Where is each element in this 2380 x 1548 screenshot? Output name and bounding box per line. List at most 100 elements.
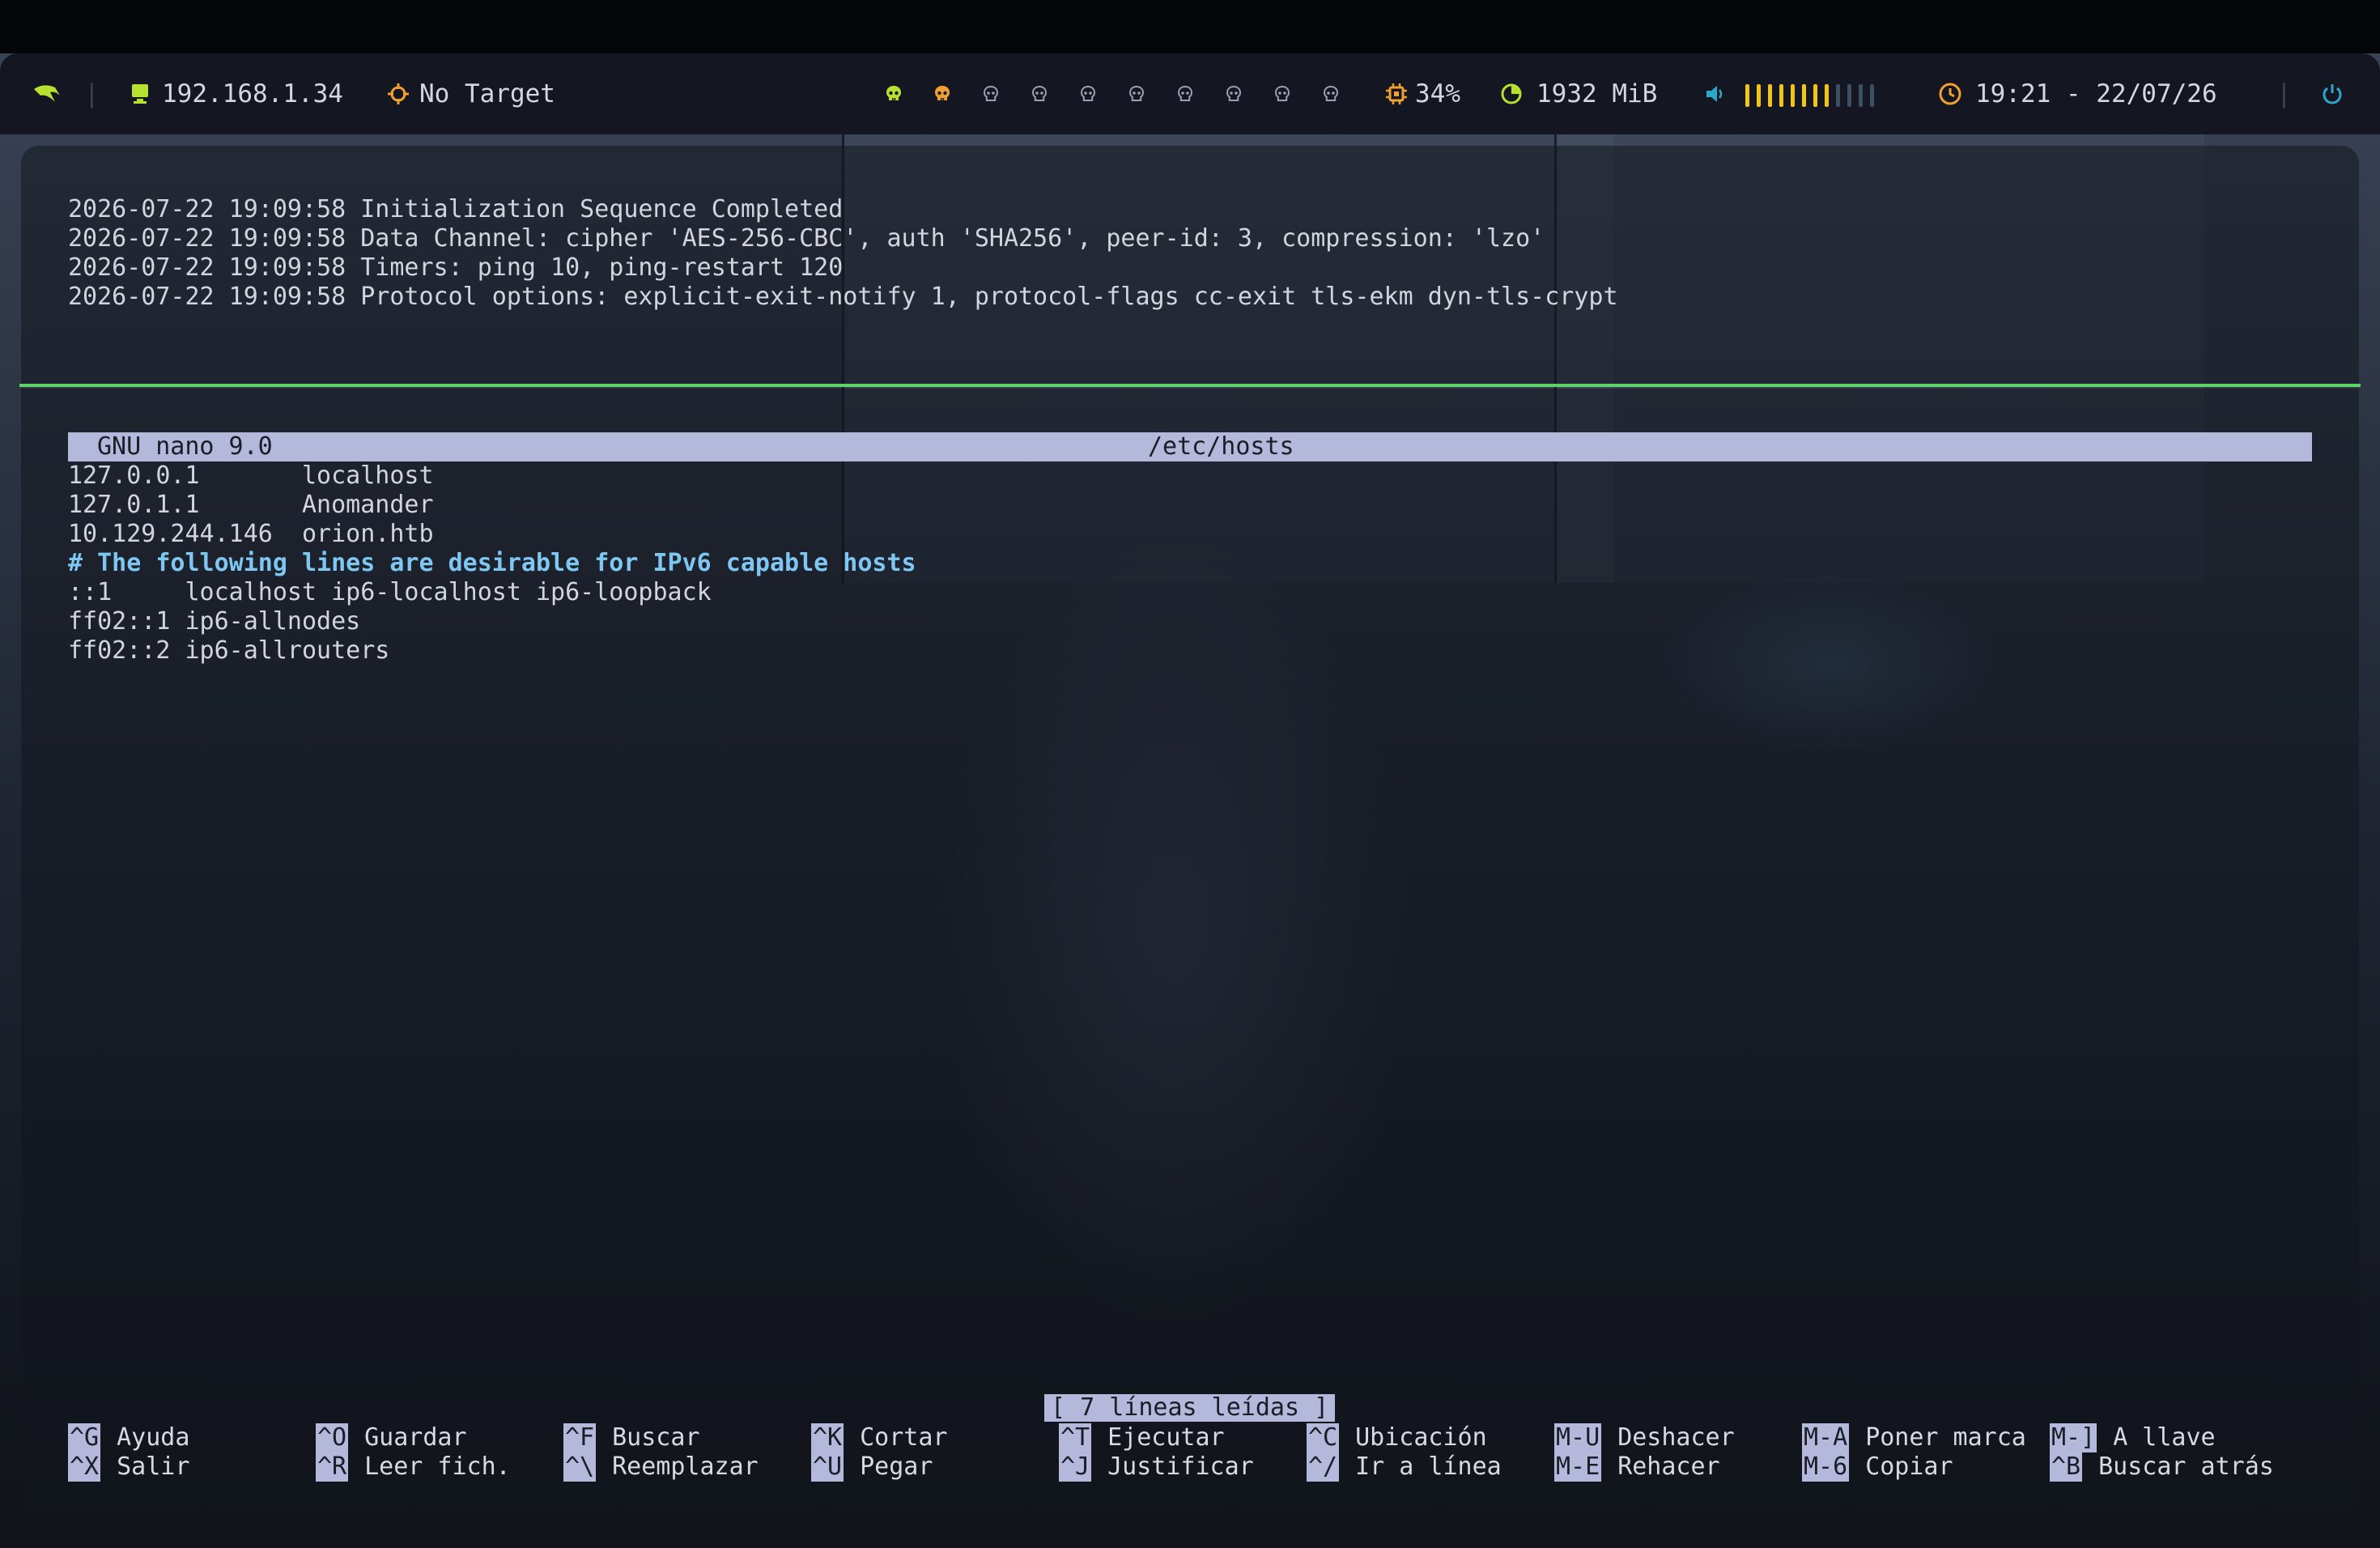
shortcut-label: Reemplazar [612, 1452, 759, 1481]
shortcut-item[interactable]: M-E Rehacer [1554, 1452, 1720, 1482]
shortcut-key: M-U [1554, 1423, 1602, 1452]
shortcut-item[interactable]: M-A Poner marca [1802, 1423, 2026, 1452]
target-label: No Target [419, 79, 555, 108]
shortcut-item[interactable]: ^/ Ir a línea [1307, 1452, 1502, 1482]
clock-text: 19:21 - 22/07/26 [1975, 79, 2217, 108]
shortcut-item[interactable]: ^F Buscar [563, 1423, 700, 1452]
skull-outline-icon[interactable] [981, 84, 1001, 104]
dragon-logo-icon [34, 85, 60, 102]
volume-tick [1870, 83, 1874, 107]
shortcut-item[interactable]: M-U Deshacer [1554, 1423, 1735, 1452]
editor-line[interactable]: ff02::1 ip6-allnodes [68, 607, 360, 636]
power-button[interactable] [2320, 53, 2344, 134]
shortcut-item[interactable]: ^X Salir [68, 1452, 189, 1482]
shortcut-key: ^T [1059, 1423, 1092, 1452]
skull-filled-icon[interactable] [933, 84, 952, 104]
shortcut-item[interactable]: ^U Pegar [811, 1452, 933, 1482]
status-bar: | 192.168.1.34 No Target 34% 1932 MiB 19… [0, 53, 2380, 134]
shortcut-label: Cortar [860, 1423, 948, 1452]
volume-tick [1825, 83, 1829, 107]
nano-filename: /etc/hosts [1148, 432, 1294, 461]
memory-usage: 1932 MiB [1536, 79, 1658, 108]
shortcut-item[interactable]: ^J Justificar [1059, 1452, 1254, 1482]
shortcut-item[interactable]: M-] A llave [2050, 1423, 2216, 1452]
separator: | [84, 79, 100, 108]
nano-title-bar: GNU nano 9.0 /etc/hosts [68, 432, 2312, 461]
log-line: 2026-07-22 19:09:58 Timers: ping 10, pin… [68, 253, 844, 282]
shortcut-label: Leer fich. [364, 1452, 511, 1481]
skull-outline-icon[interactable] [1224, 84, 1243, 104]
shortcut-item[interactable]: ^\ Reemplazar [563, 1452, 759, 1482]
editor-line[interactable]: ::1 localhost ip6-localhost ip6-loopback [68, 578, 712, 607]
target-widget[interactable]: No Target [387, 53, 555, 134]
shortcut-item[interactable]: ^O Guardar [316, 1423, 467, 1452]
shortcut-key: ^K [811, 1423, 844, 1452]
volume-tick [1745, 83, 1749, 107]
shortcut-key: ^\ [563, 1452, 597, 1482]
screen-top-edge [0, 0, 2380, 53]
shortcut-key: ^B [2050, 1452, 2083, 1482]
shortcut-label: Ubicación [1355, 1423, 1487, 1452]
pane-divider[interactable] [19, 384, 2361, 387]
separator: | [2276, 79, 2292, 108]
shortcut-key: M-A [1802, 1423, 1850, 1452]
volume-tick [1802, 83, 1806, 107]
shortcut-label: Pegar [860, 1452, 933, 1481]
volume-tick [1847, 83, 1851, 107]
volume-tick [1779, 83, 1783, 107]
memory-widget[interactable]: 1932 MiB [1499, 53, 1657, 134]
shortcut-label: Poner marca [1865, 1423, 2026, 1452]
cpu-icon [1386, 83, 1407, 104]
cpu-widget[interactable]: 34% [1384, 53, 1460, 134]
volume-level-bar[interactable] [1745, 79, 1881, 108]
log-line: 2026-07-22 19:09:58 Data Channel: cipher… [68, 224, 1545, 253]
nano-status-message: [ 7 líneas leídas ] [1044, 1394, 1336, 1422]
shortcut-key: ^X [68, 1452, 101, 1482]
skull-outline-icon[interactable] [1078, 84, 1098, 104]
volume-tick [1791, 83, 1795, 107]
power-icon [2323, 84, 2342, 104]
shortcut-item[interactable]: M-6 Copiar [1802, 1452, 1953, 1482]
shortcut-item[interactable]: ^T Ejecutar [1059, 1423, 1225, 1452]
skull-outline-icon[interactable] [1321, 84, 1341, 104]
shortcut-key: ^U [811, 1452, 844, 1482]
shortcut-label: Deshacer [1617, 1423, 1735, 1452]
shortcut-label: Ir a línea [1355, 1452, 1502, 1481]
skull-filled-icon[interactable] [884, 84, 903, 104]
editor-line[interactable]: 127.0.0.1 localhost [68, 461, 434, 491]
shortcut-label: Ayuda [117, 1423, 190, 1452]
skull-outline-icon[interactable] [1273, 84, 1292, 104]
skull-outline-icon[interactable] [1127, 84, 1146, 104]
editor-line-comment[interactable]: # The following lines are desirable for … [68, 549, 916, 578]
shortcut-item[interactable]: ^C Ubicación [1307, 1423, 1487, 1452]
editor-line[interactable]: ff02::2 ip6-allrouters [68, 636, 389, 666]
log-line: 2026-07-22 19:09:58 Initialization Seque… [68, 195, 844, 223]
shortcut-key: M-6 [1802, 1452, 1850, 1482]
launcher-button[interactable] [31, 53, 63, 134]
volume-tick [1813, 83, 1817, 107]
clock-icon [1939, 83, 1961, 105]
volume-widget[interactable] [1703, 53, 1881, 134]
skull-outline-icon[interactable] [1030, 84, 1049, 104]
shortcut-item[interactable]: ^G Ayuda [68, 1423, 189, 1452]
shortcut-key: ^/ [1307, 1452, 1340, 1482]
shortcut-key: ^R [316, 1452, 349, 1482]
cpu-usage: 34% [1415, 79, 1460, 108]
skull-outline-icon[interactable] [1175, 84, 1195, 104]
shortcut-item[interactable]: ^R Leer fich. [316, 1452, 511, 1482]
shortcut-label: Rehacer [1617, 1452, 1720, 1481]
ip-widget[interactable]: 192.168.1.34 [130, 53, 343, 134]
speaker-icon [1706, 86, 1723, 102]
crosshair-icon [388, 83, 409, 104]
volume-tick [1768, 83, 1772, 107]
shortcut-label: Guardar [364, 1423, 467, 1452]
shortcut-label: Ejecutar [1107, 1423, 1225, 1452]
shortcut-label: Copiar [1865, 1452, 1953, 1481]
editor-line[interactable]: 10.129.244.146 orion.htb [68, 520, 434, 549]
shortcut-key: ^C [1307, 1423, 1340, 1452]
clock-widget[interactable]: 19:21 - 22/07/26 [1938, 53, 2217, 134]
shortcut-item[interactable]: ^B Buscar atrás [2050, 1452, 2274, 1482]
editor-line[interactable]: 127.0.1.1 Anomander [68, 491, 434, 520]
shortcut-item[interactable]: ^K Cortar [811, 1423, 948, 1452]
workspace-switcher [884, 53, 1370, 134]
